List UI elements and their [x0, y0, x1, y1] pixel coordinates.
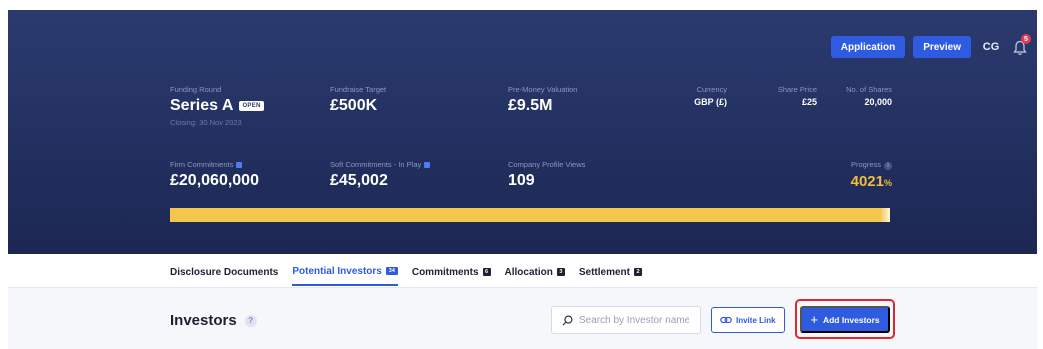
info-icon[interactable]: i [884, 162, 892, 170]
tab-label: Commitments [411, 266, 479, 278]
firm-commitments-value: £20,060,000 [170, 172, 259, 189]
tab-commitments[interactable]: Commitments 6 [412, 258, 491, 286]
search-input[interactable] [579, 314, 689, 326]
closing-date: Closing: 30 Nov 2023 [170, 118, 242, 127]
tab-potential-investors[interactable]: Potential Investors 34 [292, 258, 398, 286]
investors-heading: Investors ? [170, 312, 257, 329]
currency-value: GBP (£) [694, 97, 727, 107]
profile-views-label: Company Profile Views [508, 160, 586, 169]
progress-label: Progress [850, 160, 881, 169]
fundraise-target-value: £500K [330, 97, 378, 114]
people-icon [424, 162, 431, 169]
num-shares-stat: No. of Shares 20,000 [846, 85, 892, 107]
tab-label: Allocation [504, 266, 553, 278]
num-shares-value: 20,000 [864, 97, 892, 107]
firm-commitments-stat: Firm Commitments £20,060,000 [170, 160, 259, 190]
firm-commitments-label: Firm Commitments [170, 160, 234, 169]
page-title: Investors [170, 312, 237, 329]
investor-search[interactable] [551, 306, 701, 334]
search-icon [562, 315, 573, 325]
status-badge: OPEN [239, 101, 264, 111]
pre-money-label: Pre-Money Valuation [508, 85, 578, 94]
soft-commitments-label: Soft Commitments - In Play [330, 160, 422, 169]
tab-label: Settlement [578, 266, 630, 278]
add-investors-button[interactable]: + Add Investors [800, 306, 890, 333]
share-price-value: £25 [801, 97, 817, 107]
application-button[interactable]: Application [830, 36, 906, 58]
document-icon [236, 162, 243, 169]
profile-views-stat: Company Profile Views 109 [508, 160, 585, 190]
pre-money-value: £9.5M [508, 97, 553, 114]
profile-views-value: 109 [508, 172, 535, 189]
funding-round-label: Funding Round [170, 85, 222, 94]
invite-link-label: Invite Link [736, 315, 776, 325]
link-icon [720, 316, 732, 324]
funding-round-stat: Funding Round Series A OPEN Closing: 30 … [170, 85, 264, 127]
num-shares-label: No. of Shares [846, 85, 892, 94]
currency-stat: Currency GBP (£) [694, 85, 727, 107]
header-actions: Application Preview CG 5 [830, 34, 1031, 58]
tab-label: Potential Investors [292, 265, 382, 277]
section-tabs: Disclosure Documents Potential Investors… [170, 258, 642, 288]
notification-count-badge: 5 [1021, 34, 1031, 44]
tab-count-badge: 34 [385, 267, 398, 275]
add-investors-label: Add Investors [822, 314, 880, 325]
fundraise-target-stat: Fundraise Target £500K [330, 85, 386, 115]
share-price-stat: Share Price £25 [778, 85, 817, 107]
plus-icon: + [810, 312, 818, 327]
progress-value: 4021 [850, 173, 884, 190]
tab-disclosure-documents[interactable]: Disclosure Documents [170, 258, 278, 286]
avatar[interactable]: CG [979, 36, 1003, 58]
fundraise-target-label: Fundraise Target [330, 85, 387, 94]
preview-button[interactable]: Preview [913, 36, 971, 58]
tab-allocation[interactable]: Allocation 3 [505, 258, 565, 286]
tab-count-badge: 2 [634, 268, 642, 276]
progress-unit: % [883, 178, 892, 188]
notifications-button[interactable]: 5 [1013, 34, 1031, 56]
progress-bar [170, 208, 890, 222]
invite-link-button[interactable]: Invite Link [711, 307, 785, 333]
share-price-label: Share Price [777, 85, 817, 94]
tab-count-badge: 3 [556, 268, 565, 276]
soft-commitments-stat: Soft Commitments - In Play £45,002 [330, 160, 431, 190]
tab-settlement[interactable]: Settlement 2 [579, 258, 642, 286]
progress-stat: Progress i 4021% [851, 160, 892, 190]
funding-round-value: Series A [170, 97, 234, 114]
tab-label: Disclosure Documents [170, 266, 279, 278]
soft-commitments-value: £45,002 [330, 172, 388, 189]
progress-bar-end [880, 208, 890, 222]
pre-money-stat: Pre-Money Valuation £9.5M [508, 85, 577, 115]
tab-count-badge: 6 [482, 268, 491, 276]
help-icon[interactable]: ? [244, 314, 257, 327]
currency-label: Currency [696, 85, 727, 94]
